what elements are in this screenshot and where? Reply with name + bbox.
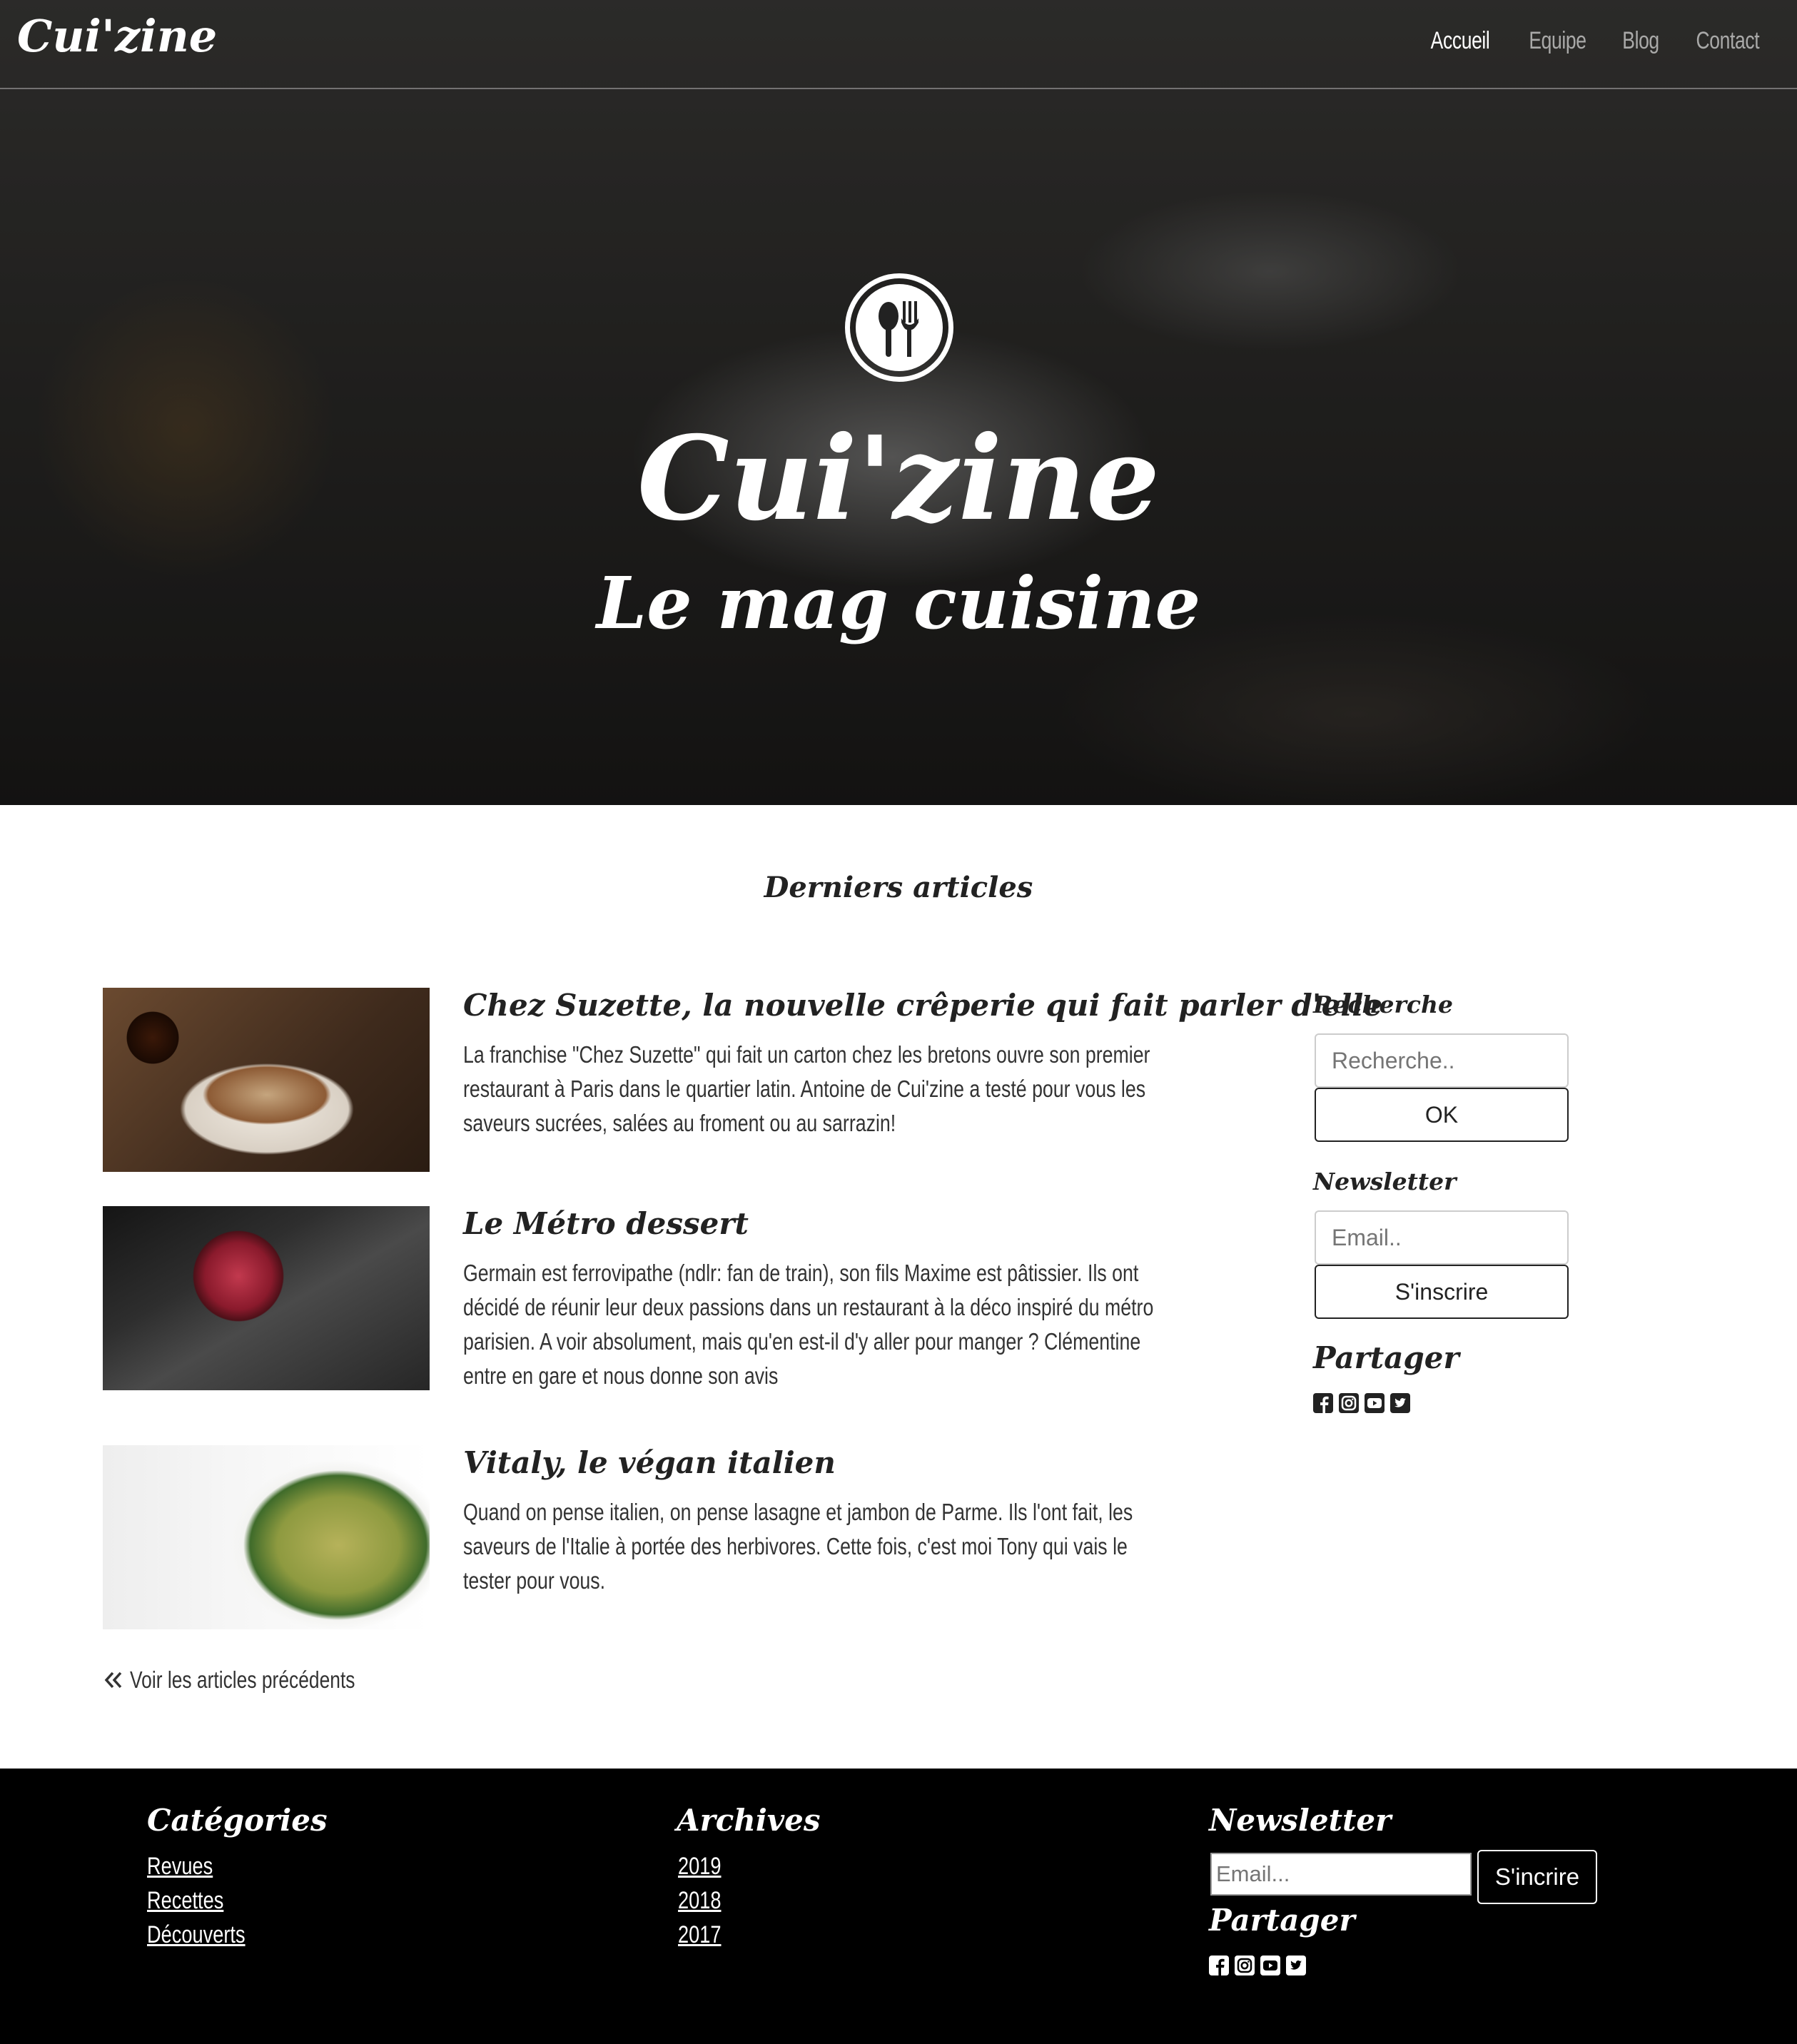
footer-subscribe-button[interactable]: S'incrire bbox=[1477, 1850, 1597, 1904]
subscribe-button[interactable]: S'inscrire bbox=[1315, 1265, 1569, 1319]
twitter-icon[interactable] bbox=[1286, 1956, 1306, 1975]
footer-share-icons bbox=[1209, 1956, 1306, 1975]
footer-category-link[interactable]: Recettes bbox=[147, 1887, 223, 1915]
article-title[interactable]: Chez Suzette, la nouvelle crêperie qui f… bbox=[463, 988, 1382, 1023]
hero-overlay bbox=[0, 0, 1797, 805]
double-chevron-left-icon bbox=[104, 1671, 122, 1689]
article-excerpt: Quand on pense italien, on pense lasagne… bbox=[463, 1499, 1133, 1594]
article-image[interactable] bbox=[103, 1445, 430, 1629]
previous-articles-label: Voir les articles précédents bbox=[130, 1666, 355, 1693]
article-title[interactable]: Le Métro dessert bbox=[463, 1206, 749, 1241]
article-excerpt: Germain est ferrovipathe (ndlr: fan de t… bbox=[463, 1260, 1154, 1389]
nav-item-equipe[interactable]: Equipe bbox=[1529, 27, 1587, 55]
footer-archive-link[interactable]: 2017 bbox=[678, 1921, 722, 1949]
youtube-icon[interactable] bbox=[1260, 1956, 1280, 1975]
footer-category-link[interactable]: Revues bbox=[147, 1853, 213, 1881]
youtube-icon[interactable] bbox=[1365, 1393, 1385, 1413]
share-icons bbox=[1313, 1393, 1410, 1413]
nav-item-blog[interactable]: Blog bbox=[1623, 27, 1660, 55]
facebook-icon[interactable] bbox=[1209, 1956, 1229, 1975]
footer-archive-link[interactable]: 2019 bbox=[678, 1853, 722, 1881]
email-field[interactable] bbox=[1315, 1210, 1569, 1265]
navbar: Cui'zine Accueil Equipe Blog Contact bbox=[0, 0, 1797, 89]
footer-newsletter-heading: Newsletter bbox=[1209, 1803, 1392, 1838]
footer-share-heading: Partager bbox=[1209, 1903, 1355, 1938]
spoon-fork-icon bbox=[845, 273, 953, 382]
search-heading: Recherche bbox=[1313, 991, 1453, 1018]
footer-category-link[interactable]: Découverts bbox=[147, 1921, 245, 1949]
search-input[interactable] bbox=[1315, 1033, 1569, 1088]
newsletter-heading: Newsletter bbox=[1313, 1168, 1457, 1195]
article-card: Vitaly, le végan italien Quand on pense … bbox=[103, 1445, 1159, 1631]
instagram-icon[interactable] bbox=[1235, 1956, 1255, 1975]
main-nav: Accueil Equipe Blog Contact bbox=[1422, 27, 1768, 55]
hero-banner: Cui'zine Accueil Equipe Blog Contact Cui… bbox=[0, 0, 1797, 805]
article-image[interactable] bbox=[103, 988, 430, 1172]
hero-title: Cui'zine bbox=[637, 411, 1160, 547]
section-title: Derniers articles bbox=[764, 871, 1033, 904]
nav-item-contact[interactable]: Contact bbox=[1696, 27, 1760, 55]
previous-articles-link[interactable]: Voir les articles précédents bbox=[103, 1666, 411, 1694]
search-button[interactable]: OK bbox=[1315, 1088, 1569, 1142]
footer: Catégories Revues Recettes Découverts Ar… bbox=[0, 1769, 1797, 2044]
article-card: Le Métro dessert Germain est ferrovipath… bbox=[103, 1206, 1159, 1392]
instagram-icon[interactable] bbox=[1339, 1393, 1359, 1413]
article-image[interactable] bbox=[103, 1206, 430, 1390]
footer-archives-heading: Archives bbox=[677, 1803, 821, 1838]
brand-logo[interactable]: Cui'zine bbox=[17, 10, 217, 62]
footer-archive-link[interactable]: 2018 bbox=[678, 1887, 722, 1915]
footer-email-field[interactable] bbox=[1210, 1853, 1472, 1896]
hero-subtitle: Le mag cuisine bbox=[596, 561, 1201, 645]
article-excerpt: La franchise "Chez Suzette" qui fait un … bbox=[463, 1041, 1150, 1136]
facebook-icon[interactable] bbox=[1313, 1393, 1333, 1413]
article-title[interactable]: Vitaly, le végan italien bbox=[463, 1445, 836, 1480]
footer-categories-heading: Catégories bbox=[147, 1803, 328, 1838]
article-card: Chez Suzette, la nouvelle crêperie qui f… bbox=[103, 988, 1382, 1173]
nav-item-accueil[interactable]: Accueil bbox=[1431, 27, 1490, 55]
twitter-icon[interactable] bbox=[1390, 1393, 1410, 1413]
share-heading: Partager bbox=[1313, 1340, 1459, 1375]
